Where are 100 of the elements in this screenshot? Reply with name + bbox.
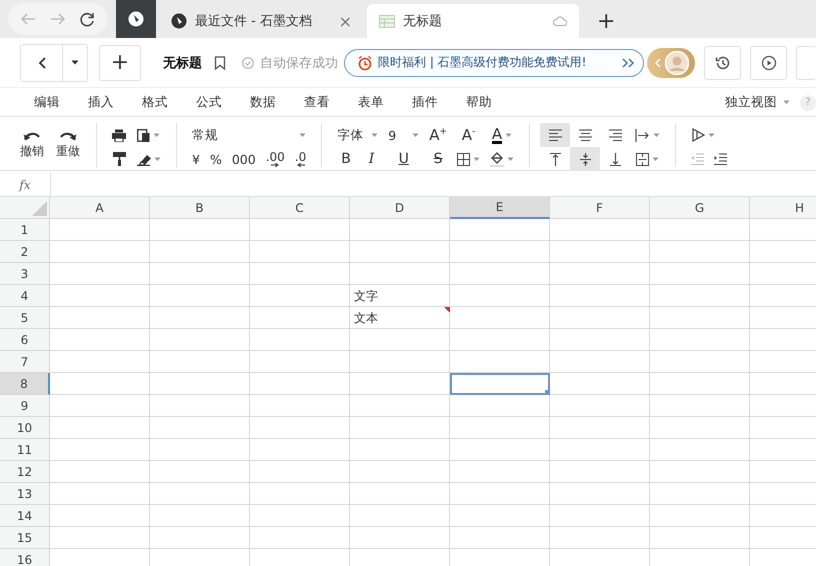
table-cell[interactable]: 文本: [350, 307, 450, 329]
valign-top-icon: [548, 152, 562, 166]
increase-font-button[interactable]: A$^{+}$: [424, 123, 452, 147]
valign-middle-button[interactable]: [570, 147, 600, 171]
menu-item[interactable]: 插件: [400, 94, 450, 111]
row-header[interactable]: 1: [0, 219, 50, 241]
column-header[interactable]: A: [50, 197, 150, 219]
increase-indent-icon: [714, 153, 728, 165]
menu-item[interactable]: 插入: [76, 94, 126, 111]
font-dropdown[interactable]: 字体: [332, 123, 384, 147]
app-logo-icon: [128, 11, 144, 27]
caret-icon[interactable]: [153, 132, 160, 138]
merge-cells-icon: [636, 152, 650, 166]
menu-item[interactable]: 格式: [130, 94, 180, 111]
close-tab-button[interactable]: ×: [338, 12, 352, 30]
thousands-button[interactable]: 000: [226, 147, 261, 171]
row-header[interactable]: 5: [0, 307, 50, 329]
percent-button[interactable]: %: [204, 147, 227, 171]
row-header[interactable]: 10: [0, 417, 50, 439]
printer-icon: [112, 128, 126, 142]
sheet-icon: [379, 14, 395, 28]
remove-decimal-button[interactable]: .0: [290, 147, 312, 171]
underline-button[interactable]: U: [383, 147, 424, 171]
caret-icon[interactable]: [783, 100, 790, 105]
row-header[interactable]: 4: [0, 285, 50, 307]
caret-icon[interactable]: [473, 156, 480, 162]
number-format-dropdown[interactable]: 常规: [187, 123, 312, 147]
align-right-icon: [608, 128, 622, 142]
alarm-clock-icon: [357, 54, 373, 70]
add-decimal-button[interactable]: .00: [260, 147, 290, 171]
align-center-icon: [578, 128, 592, 142]
new-tab-button[interactable]: +: [593, 9, 620, 34]
promo-banner[interactable]: 限时福利 | 石墨高级付费功能免费试用!: [344, 48, 644, 76]
menu-item[interactable]: 帮助: [454, 94, 504, 111]
eraser-icon: [136, 152, 151, 166]
font-color-button[interactable]: A: [485, 123, 520, 147]
view-mode-dropdown[interactable]: 独立视图: [725, 94, 790, 111]
currency-button[interactable]: ¥: [187, 147, 205, 171]
check-circle-icon: [242, 56, 254, 68]
double-chevron-icon: [621, 58, 636, 68]
formula-label: fx: [0, 173, 51, 196]
menu-item[interactable]: 编辑: [22, 94, 72, 111]
menu-item[interactable]: 公式: [184, 94, 234, 111]
align-left-button[interactable]: [540, 123, 570, 147]
row-header[interactable]: 12: [0, 461, 50, 483]
redo-button[interactable]: 重做: [50, 130, 86, 160]
valign-bottom-icon: [608, 152, 622, 166]
column-header[interactable]: C: [250, 197, 350, 219]
row-header[interactable]: 2: [0, 241, 50, 263]
italic-button[interactable]: I: [360, 147, 384, 171]
caret-icon[interactable]: [652, 156, 660, 162]
caret-icon[interactable]: [653, 132, 660, 138]
app-tab[interactable]: [116, 0, 156, 38]
row-header[interactable]: 7: [0, 351, 50, 373]
caret-icon[interactable]: [154, 156, 161, 162]
column-header[interactable]: B: [150, 197, 250, 219]
column-header[interactable]: E: [450, 197, 550, 219]
row-header[interactable]: 15: [0, 527, 50, 549]
caret-icon[interactable]: [507, 156, 514, 162]
row-header[interactable]: 16: [0, 549, 50, 566]
row-header[interactable]: 9: [0, 395, 50, 417]
row-header[interactable]: 6: [0, 329, 50, 351]
bookmark-icon[interactable]: [214, 56, 226, 70]
new-button[interactable]: +: [99, 44, 141, 80]
column-header[interactable]: D: [350, 197, 450, 219]
history-icon: [714, 54, 730, 70]
valign-middle-icon: [578, 152, 592, 166]
history-button[interactable]: [704, 46, 741, 80]
row-header[interactable]: 8: [0, 373, 50, 395]
caret-icon[interactable]: [708, 132, 716, 138]
menu-item[interactable]: 数据: [238, 94, 288, 111]
table-cell[interactable]: 文字: [350, 285, 450, 307]
browser-tab[interactable]: 无标题: [367, 4, 579, 38]
format-painter-icon: [112, 152, 126, 166]
bold-button[interactable]: B: [332, 147, 360, 171]
cloud-icon: [553, 16, 567, 26]
arrow-left-icon: [296, 163, 305, 167]
row-header[interactable]: 14: [0, 505, 50, 527]
browser-tab[interactable]: 最近文件 - 石墨文档 ×: [159, 4, 364, 38]
menu-item[interactable]: 表单: [346, 94, 396, 111]
selected-cell[interactable]: [450, 373, 550, 395]
font-size-dropdown[interactable]: 9: [383, 123, 424, 147]
reload-icon[interactable]: [80, 12, 95, 26]
menu-item[interactable]: 查看: [292, 94, 342, 111]
strikethrough-button[interactable]: S: [424, 147, 452, 171]
column-header[interactable]: G: [650, 197, 750, 219]
caret-icon[interactable]: [412, 132, 420, 138]
caret-icon[interactable]: [371, 132, 378, 138]
present-button[interactable]: [750, 46, 787, 80]
caret-icon[interactable]: [505, 132, 512, 138]
row-header[interactable]: 13: [0, 483, 50, 505]
caret-icon[interactable]: [299, 132, 306, 138]
row-header[interactable]: 3: [0, 263, 50, 285]
document-title[interactable]: 无标题: [163, 54, 202, 72]
row-header[interactable]: 11: [0, 439, 50, 461]
column-header[interactable]: H: [750, 197, 816, 219]
column-header[interactable]: F: [550, 197, 650, 219]
save-status: 自动保存成功: [260, 54, 338, 72]
undo-button[interactable]: 撤销: [14, 130, 50, 160]
decrease-font-button[interactable]: A$^{-}$: [452, 123, 486, 147]
